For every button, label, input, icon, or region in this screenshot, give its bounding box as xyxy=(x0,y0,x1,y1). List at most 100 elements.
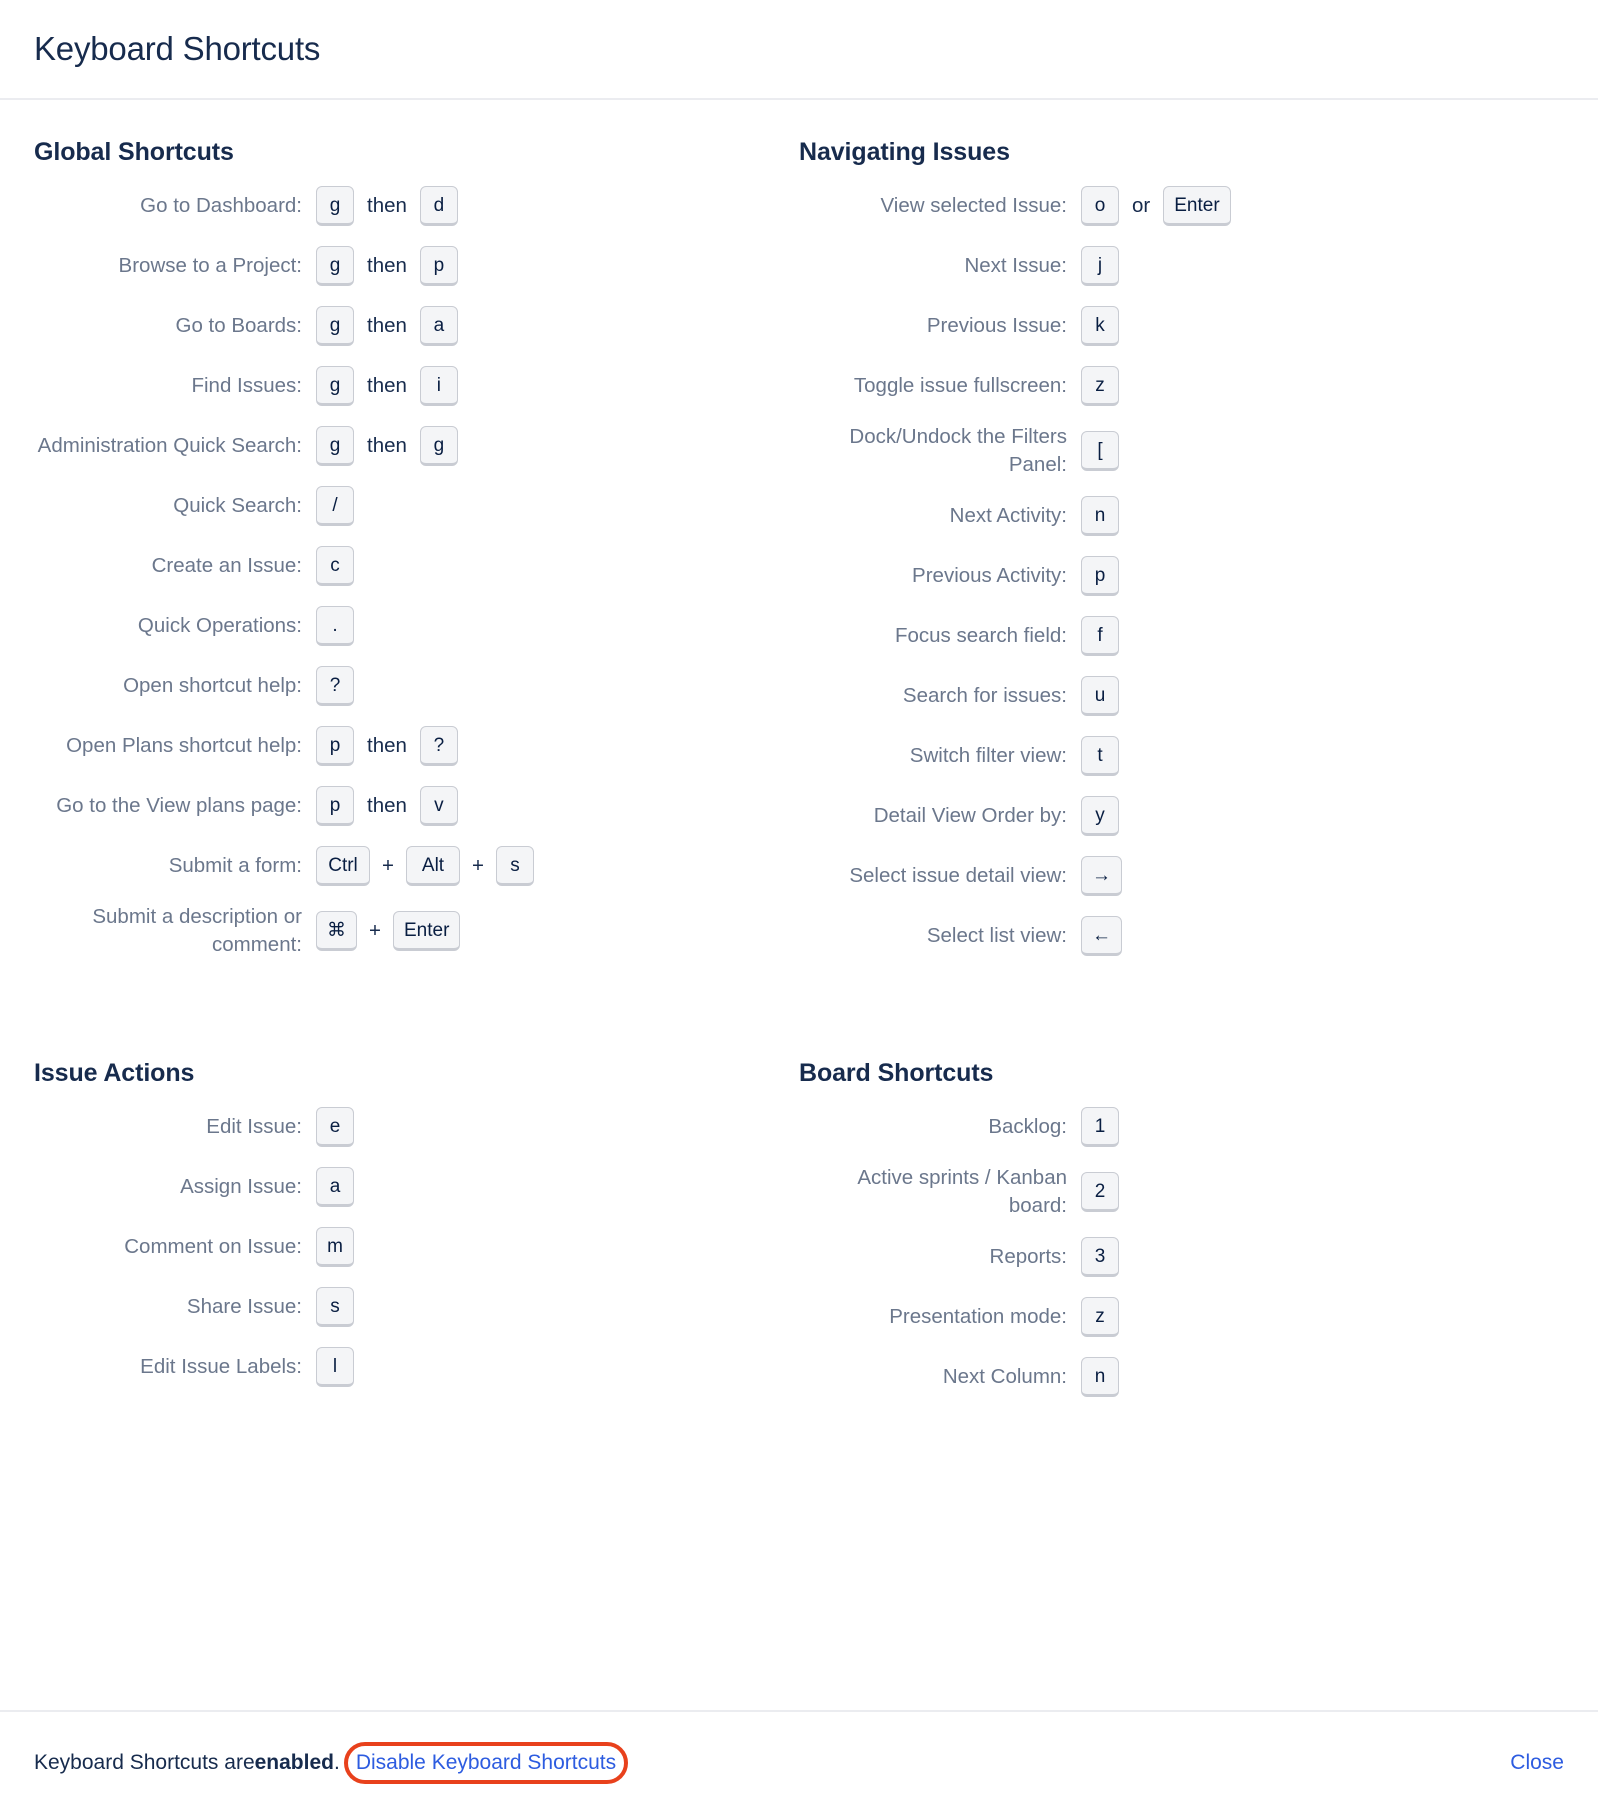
shortcut-label: Presentation mode: xyxy=(889,1305,1067,1328)
shortcut-keys: n xyxy=(1081,496,1119,536)
shortcut-label: Switch filter view: xyxy=(909,744,1067,767)
key-cap: t xyxy=(1081,736,1119,776)
shortcut-row: Open shortcut help:? xyxy=(34,663,799,709)
shortcut-label: Edit Issue: xyxy=(206,1115,302,1138)
shortcut-row: Go to Boards: g then a xyxy=(34,303,799,349)
key-cap: 3 xyxy=(1081,1237,1119,1277)
shortcut-status: Keyboard Shortcuts are enabled. Disable … xyxy=(34,1742,629,1784)
disable-shortcuts-annotation: Disable Keyboard Shortcuts xyxy=(343,1742,629,1784)
shortcut-row: Dock/Undock the Filters Panel: [ xyxy=(799,423,1564,479)
key-cap: p xyxy=(419,246,458,286)
key-cap: s xyxy=(316,1287,354,1327)
shortcut-keys: o or Enter xyxy=(1081,186,1231,226)
disable-keyboard-shortcuts-link[interactable]: Disable Keyboard Shortcuts xyxy=(356,1751,616,1774)
key-cap: ← xyxy=(1081,916,1122,956)
key-cap: g xyxy=(316,186,354,226)
key-cap: 2 xyxy=(1081,1172,1119,1212)
key-cap: Ctrl xyxy=(316,846,370,886)
close-button[interactable]: Close xyxy=(1510,1751,1564,1775)
shortcut-label: Next Issue: xyxy=(964,254,1067,277)
status-prefix-text: Keyboard Shortcuts are xyxy=(34,1751,255,1774)
key-cap: g xyxy=(316,366,354,406)
shortcut-row: Next Issue: j xyxy=(799,243,1564,289)
key-connector: then xyxy=(367,314,407,337)
key-cap: [ xyxy=(1081,431,1119,471)
key-cap: g xyxy=(316,306,354,346)
shortcut-label: Focus search field: xyxy=(894,624,1067,647)
shortcut-row: Detail View Order by: y xyxy=(799,793,1564,839)
key-cap: j xyxy=(1081,246,1119,286)
shortcut-label: Go to the View plans page: xyxy=(56,794,302,817)
shortcut-label: Dock/Undock the Filters Panel: xyxy=(849,425,1067,476)
status-suffix-text: . xyxy=(333,1751,340,1774)
key-connector: then xyxy=(367,734,407,757)
shortcut-row: Open Plans shortcut help: p then? xyxy=(34,723,799,769)
shortcut-label: Submit a form: xyxy=(168,854,302,877)
shortcut-label: View selected Issue: xyxy=(880,194,1067,217)
shortcut-label: Browse to a Project: xyxy=(118,254,302,277)
shortcut-keys: → xyxy=(1081,856,1122,896)
shortcut-row: Browse to a Project: g then p xyxy=(34,243,799,289)
shortcut-keys: ← xyxy=(1081,916,1122,956)
shortcut-keys: p then? xyxy=(316,726,458,766)
key-cap: p xyxy=(1081,556,1119,596)
key-cap: o xyxy=(1081,186,1119,226)
shortcut-keys: m xyxy=(316,1227,354,1267)
key-cap: e xyxy=(316,1107,354,1147)
section-navigating-issues: Navigating Issues View selected Issue: o or… xyxy=(799,100,1564,973)
shortcut-label: Administration Quick Search: xyxy=(37,434,302,457)
shortcut-keys: g then i xyxy=(316,366,458,406)
key-cap: a xyxy=(419,306,458,346)
shortcuts-grid: Global Shortcuts Go to Dashboard: g then d Br… xyxy=(34,100,1564,1414)
shortcut-keys: [ xyxy=(1081,431,1119,471)
key-cap: → xyxy=(1081,856,1122,896)
shortcut-label: Reports: xyxy=(989,1245,1067,1268)
key-cap: ? xyxy=(316,666,354,706)
status-state-text: enabled xyxy=(254,1751,334,1774)
shortcut-row: Quick Operations:. xyxy=(34,603,799,649)
shortcut-label: Share Issue: xyxy=(186,1295,302,1318)
section-title: Board Shortcuts xyxy=(799,1059,994,1087)
shortcut-label: Backlog: xyxy=(988,1115,1067,1138)
key-connector: or xyxy=(1132,194,1151,217)
key-connector: + xyxy=(471,854,484,877)
key-connector: then xyxy=(367,194,407,217)
shortcut-label: Assign Issue: xyxy=(180,1175,302,1198)
key-connector: + xyxy=(369,919,381,942)
shortcut-keys: n xyxy=(1081,1357,1119,1397)
shortcut-label: Quick Operations: xyxy=(137,614,302,637)
shortcut-row: Select issue detail view: → xyxy=(799,853,1564,899)
shortcut-row: Backlog: 1 xyxy=(799,1104,1564,1150)
key-cap: Alt xyxy=(405,846,460,886)
shortcut-keys: u xyxy=(1081,676,1119,716)
shortcut-keys: g then p xyxy=(316,246,458,286)
shortcut-row: Toggle issue fullscreen: z xyxy=(799,363,1564,409)
shortcut-keys: p then v xyxy=(316,786,458,826)
shortcut-row: Submit a description or comment: ⌘ + Enter xyxy=(34,903,799,959)
shortcut-row: Create an Issue: c xyxy=(34,543,799,589)
shortcut-keys: e xyxy=(316,1107,354,1147)
key-cap: i xyxy=(419,366,458,406)
key-cap: f xyxy=(1081,616,1119,656)
shortcut-keys: g then g xyxy=(316,426,458,466)
key-cap: . xyxy=(316,606,354,646)
shortcut-keys: ? xyxy=(316,666,354,706)
shortcut-row: Share Issue: s xyxy=(34,1284,799,1330)
key-cap: c xyxy=(316,546,354,586)
key-connector: + xyxy=(382,854,394,877)
key-connector: then xyxy=(367,374,407,397)
key-connector: then xyxy=(367,794,407,817)
shortcut-label: Go to Dashboard: xyxy=(140,194,302,217)
shortcut-keys: z xyxy=(1081,1297,1119,1337)
shortcut-label: Detail View Order by: xyxy=(873,804,1067,827)
shortcut-row: Previous Activity: p xyxy=(799,553,1564,599)
shortcut-keys: f xyxy=(1081,616,1119,656)
shortcut-keys: k xyxy=(1081,306,1119,346)
shortcut-label: Select list view: xyxy=(926,924,1067,947)
key-cap: g xyxy=(316,426,354,466)
shortcut-label: Search for issues: xyxy=(902,684,1067,707)
shortcut-keys: s xyxy=(316,1287,354,1327)
section-board-shortcuts: Board Shortcuts Backlog: 1 Active sprints /… xyxy=(799,973,1564,1414)
shortcut-label: Go to Boards: xyxy=(175,314,302,337)
key-cap: v xyxy=(419,786,458,826)
